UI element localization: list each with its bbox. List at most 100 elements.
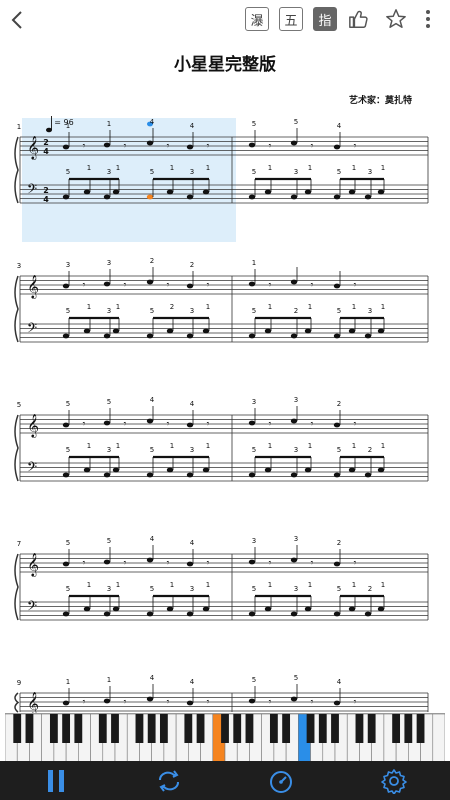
eighth-rest: 𝄾 <box>269 419 272 430</box>
eighth-rest: 𝄾 <box>311 697 314 708</box>
rh-finger-number: 1 <box>66 678 70 686</box>
black-key[interactable] <box>245 714 254 743</box>
eighth-rest: 𝄾 <box>354 697 357 708</box>
bass-note <box>304 189 312 195</box>
lh-finger-number: 5 <box>252 168 256 176</box>
speed-button[interactable] <box>266 766 296 796</box>
black-key[interactable] <box>306 714 315 743</box>
treble-note <box>248 559 256 565</box>
piano-keyboard[interactable] <box>5 713 445 761</box>
loop-button[interactable] <box>154 766 184 796</box>
rh-finger-number: 5 <box>66 539 70 547</box>
treble-note <box>333 561 341 567</box>
pause-button[interactable] <box>41 766 71 796</box>
black-key[interactable] <box>147 714 156 743</box>
bass-note <box>62 194 70 200</box>
eighth-rest: 𝄾 <box>83 697 86 708</box>
black-key[interactable] <box>25 714 34 743</box>
black-key[interactable] <box>416 714 425 743</box>
rh-finger-number: 5 <box>294 118 298 126</box>
black-key[interactable] <box>13 714 22 743</box>
black-key[interactable] <box>331 714 339 743</box>
lh-finger-number: 1 <box>308 164 312 172</box>
bass-note <box>83 606 91 612</box>
black-key[interactable] <box>282 714 291 743</box>
treble-clef: 𝄞 <box>27 135 39 160</box>
lh-finger-number: 5 <box>150 446 154 454</box>
black-key[interactable] <box>62 714 71 743</box>
brace <box>14 553 19 621</box>
treble-note <box>186 144 194 150</box>
black-key[interactable] <box>318 714 327 743</box>
lh-finger-number: 2 <box>294 307 298 315</box>
treble-note <box>290 696 298 702</box>
eighth-rest: 𝄾 <box>207 558 210 569</box>
black-key[interactable] <box>135 714 144 743</box>
black-key[interactable] <box>111 714 119 743</box>
eighth-rest: 𝄾 <box>269 141 272 152</box>
bass-note <box>377 467 385 473</box>
black-key[interactable] <box>196 714 205 743</box>
treble-note <box>62 561 70 567</box>
rh-finger-number: 4 <box>190 400 195 408</box>
bass-note <box>103 472 111 478</box>
eighth-rest: 𝄾 <box>167 558 170 569</box>
black-key[interactable] <box>404 714 413 743</box>
treble-note <box>333 700 341 706</box>
lh-finger-number: 1 <box>352 303 356 311</box>
black-key[interactable] <box>233 714 242 743</box>
bass-note <box>248 472 256 478</box>
rh-finger-number: 4 <box>150 535 155 543</box>
brace <box>14 275 19 343</box>
lh-finger-number: 1 <box>268 303 272 311</box>
bass-note <box>348 328 356 334</box>
black-key[interactable] <box>159 714 168 743</box>
black-key[interactable] <box>74 714 83 743</box>
eighth-rest: 𝄾 <box>167 419 170 430</box>
white-key[interactable] <box>432 714 445 761</box>
black-key[interactable] <box>355 714 364 743</box>
lh-finger-number: 3 <box>294 585 298 593</box>
bass-note <box>264 606 272 612</box>
treble-note <box>103 559 111 565</box>
rh-finger-number: 3 <box>294 396 298 404</box>
treble-note <box>186 422 194 428</box>
rh-finger-number: 3 <box>107 259 111 267</box>
black-key[interactable] <box>392 714 401 743</box>
rh-finger-number: 1 <box>252 259 256 267</box>
black-key[interactable] <box>269 714 278 743</box>
lh-finger-number: 5 <box>66 446 70 454</box>
treble-note <box>103 142 111 148</box>
lh-finger-number: 1 <box>87 303 91 311</box>
playback-controls <box>0 761 450 800</box>
lh-finger-number: 1 <box>308 442 312 450</box>
rh-finger-number: 2 <box>190 261 194 269</box>
lh-finger-number: 1 <box>308 303 312 311</box>
black-key[interactable] <box>98 714 107 743</box>
pause-icon <box>48 770 64 792</box>
rh-finger-number: 4 <box>190 539 195 547</box>
measure-number: 1 <box>17 123 21 131</box>
black-key[interactable] <box>221 714 229 743</box>
bass-note <box>364 611 372 617</box>
lh-finger-number: 1 <box>268 164 272 172</box>
lh-finger-number: 1 <box>381 303 385 311</box>
eighth-rest: 𝄾 <box>311 280 314 291</box>
rh-finger-number: 3 <box>252 398 256 406</box>
treble-note <box>333 422 341 428</box>
black-key[interactable] <box>184 714 193 743</box>
bass-note <box>83 328 91 334</box>
black-key[interactable] <box>367 714 376 743</box>
eighth-rest: 𝄾 <box>354 419 357 430</box>
rh-finger-number: 5 <box>294 674 298 682</box>
bass-note <box>348 467 356 473</box>
lh-finger-number: 3 <box>190 307 194 315</box>
settings-button[interactable] <box>379 766 409 796</box>
sheet-music[interactable]: 1𝄞𝄢2424= 961𝄾1𝄾4𝄾4𝄾5𝄾5𝄾4𝄾5 1 3 1 5 1 3 1 5 1 3 1 5 1 3… <box>0 0 450 713</box>
eighth-rest: 𝄾 <box>354 141 357 152</box>
treble-note <box>333 283 341 289</box>
bass-note <box>202 467 210 473</box>
bass-note <box>290 194 298 200</box>
black-key[interactable] <box>49 714 58 743</box>
lh-finger-number: 1 <box>116 303 120 311</box>
